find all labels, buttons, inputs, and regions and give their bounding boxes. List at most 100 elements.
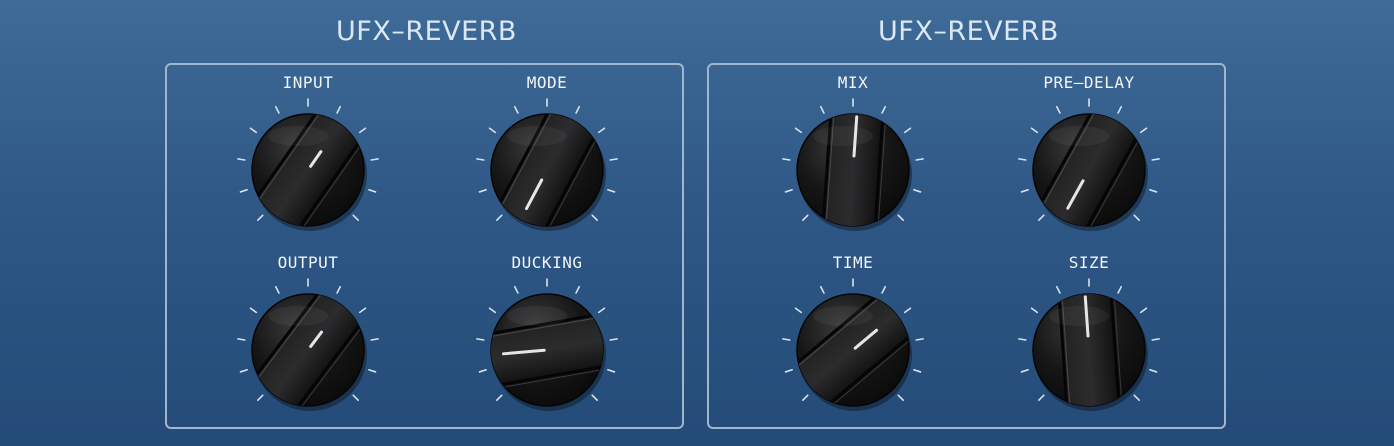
tick-mark <box>249 127 258 134</box>
tick-mark <box>336 285 342 294</box>
tick-mark <box>597 127 606 134</box>
tick-mark <box>609 158 618 161</box>
knob-graphic[interactable] <box>467 87 627 246</box>
tick-mark <box>1018 338 1027 341</box>
tick-mark <box>801 214 809 222</box>
knob-graphic[interactable] <box>773 267 933 418</box>
tick-mark <box>897 394 905 402</box>
knob-graphic[interactable] <box>1009 267 1169 417</box>
tick-mark <box>476 158 485 161</box>
tick-mark <box>881 285 887 294</box>
tick-mark <box>1030 127 1039 134</box>
tick-mark <box>352 394 360 402</box>
knob-graphic[interactable] <box>467 267 627 417</box>
knob-graphic[interactable] <box>773 87 933 237</box>
tick-mark <box>782 338 791 341</box>
tick-mark <box>801 394 809 402</box>
knob-graphic[interactable] <box>228 267 388 424</box>
knob-pre-delay[interactable]: PRE–DELAY <box>1009 73 1169 246</box>
tick-mark <box>478 188 487 193</box>
tick-mark <box>274 285 280 294</box>
tick-mark <box>897 214 905 222</box>
tick-mark <box>782 158 791 161</box>
tick-mark <box>1133 214 1141 222</box>
knob-output[interactable]: OUTPUT <box>228 253 388 424</box>
knob-size[interactable]: SIZE <box>1009 253 1169 413</box>
tick-mark <box>478 368 487 373</box>
tick-mark <box>607 188 616 193</box>
tick-mark <box>239 188 248 193</box>
tick-mark <box>1151 158 1160 161</box>
panel-1-title: UFX–REVERB <box>336 16 517 47</box>
panel-1: INPUT MODE OUTPUT DUCKING <box>165 63 684 429</box>
tick-mark <box>237 338 246 341</box>
knob-graphic[interactable] <box>1009 87 1169 246</box>
tick-mark <box>1139 127 1148 134</box>
tick-mark <box>358 127 367 134</box>
tick-mark <box>1018 158 1027 161</box>
tick-mark <box>609 338 618 341</box>
tick-mark <box>794 127 803 134</box>
knob-input[interactable]: INPUT <box>228 73 388 245</box>
tick-mark <box>1151 338 1160 341</box>
tick-mark <box>1139 307 1148 314</box>
tick-mark <box>237 158 246 161</box>
tick-mark <box>591 214 599 222</box>
tick-mark <box>239 368 248 373</box>
tick-mark <box>913 368 922 373</box>
tick-mark <box>1149 368 1158 373</box>
tick-mark <box>488 307 497 314</box>
knob-time[interactable]: TIME <box>773 253 933 418</box>
tick-mark <box>597 307 606 314</box>
tick-mark <box>370 338 379 341</box>
tick-mark <box>794 307 803 314</box>
tick-mark <box>915 338 924 341</box>
tick-mark <box>575 105 581 114</box>
tick-mark <box>336 105 342 114</box>
tick-mark <box>1037 214 1045 222</box>
tick-mark <box>513 105 519 114</box>
tick-mark <box>1037 394 1045 402</box>
tick-mark <box>274 105 280 114</box>
tick-mark <box>495 214 503 222</box>
tick-mark <box>913 188 922 193</box>
tick-mark <box>784 368 793 373</box>
panel-2: MIX PRE–DELAY TIME SIZE <box>707 63 1226 429</box>
tick-mark <box>607 368 616 373</box>
tick-mark <box>591 394 599 402</box>
tick-mark <box>1055 105 1061 114</box>
tick-mark <box>819 285 825 294</box>
tick-mark <box>368 188 377 193</box>
tick-mark <box>903 307 912 314</box>
knob-graphic[interactable] <box>228 87 388 245</box>
tick-mark <box>784 188 793 193</box>
tick-mark <box>903 127 912 134</box>
tick-mark <box>1133 394 1141 402</box>
tick-mark <box>1030 307 1039 314</box>
tick-mark <box>368 368 377 373</box>
tick-mark <box>1020 188 1029 193</box>
tick-mark <box>256 394 264 402</box>
tick-mark <box>476 338 485 341</box>
tick-mark <box>495 394 503 402</box>
tick-mark <box>1117 105 1123 114</box>
tick-mark <box>881 105 887 114</box>
tick-mark <box>819 105 825 114</box>
tick-mark <box>1020 368 1029 373</box>
tick-mark <box>358 307 367 314</box>
tick-mark <box>513 285 519 294</box>
knob-ducking[interactable]: DUCKING <box>467 253 627 413</box>
tick-mark <box>249 307 258 314</box>
tick-mark <box>1055 285 1061 294</box>
tick-mark <box>1117 285 1123 294</box>
panel-2-title: UFX–REVERB <box>878 16 1059 47</box>
tick-mark <box>915 158 924 161</box>
tick-mark <box>256 214 264 222</box>
knob-mode[interactable]: MODE <box>467 73 627 246</box>
tick-mark <box>352 214 360 222</box>
knob-mix[interactable]: MIX <box>773 73 933 233</box>
tick-mark <box>1149 188 1158 193</box>
tick-mark <box>370 158 379 161</box>
tick-mark <box>575 285 581 294</box>
tick-mark <box>488 127 497 134</box>
